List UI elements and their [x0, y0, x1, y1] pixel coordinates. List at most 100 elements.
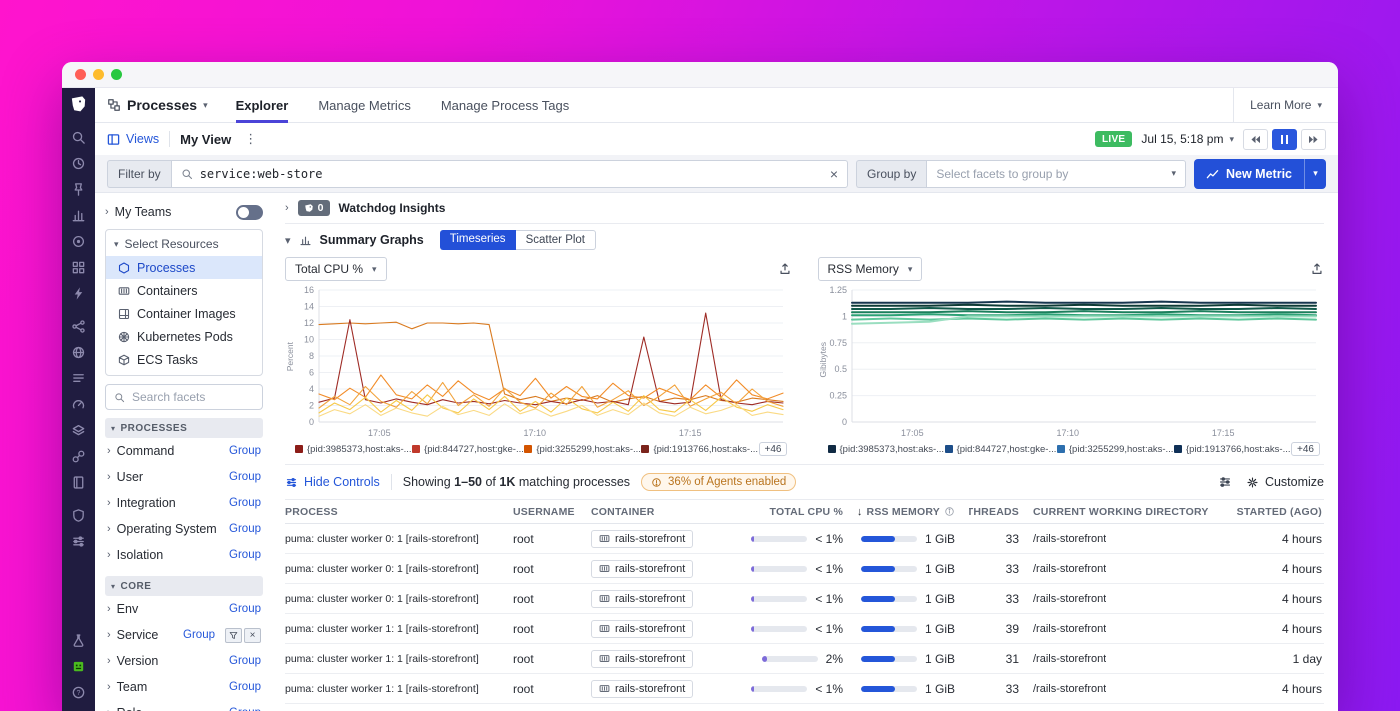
- resource-item-containers[interactable]: Containers: [106, 279, 262, 302]
- facet-row[interactable]: ›IsolationGroup: [105, 542, 263, 568]
- current-view-name[interactable]: My View: [180, 132, 231, 147]
- resource-item-container-images[interactable]: Container Images: [106, 302, 262, 325]
- table-row[interactable]: puma: cluster worker 0: 1 [rails-storefr…: [285, 524, 1324, 554]
- facet-group-button[interactable]: Group: [229, 549, 261, 561]
- container-chip[interactable]: rails-storefront: [591, 650, 693, 668]
- column-header[interactable]: ↓RSS MEMORY: [857, 506, 969, 518]
- container-chip[interactable]: rails-storefront: [591, 620, 693, 638]
- logs-icon[interactable]: [71, 365, 86, 391]
- datadog-logo[interactable]: [69, 95, 88, 114]
- column-header[interactable]: CONTAINER: [591, 506, 737, 518]
- clear-filter-icon[interactable]: ×: [830, 166, 838, 182]
- facet-row[interactable]: ›VersionGroup: [105, 648, 263, 674]
- facet-group-button[interactable]: Group: [183, 629, 215, 641]
- table-settings-icon[interactable]: [1218, 475, 1232, 489]
- facet-row[interactable]: ›EnvGroup: [105, 596, 263, 622]
- container-chip[interactable]: rails-storefront: [591, 530, 693, 548]
- facet-group-button[interactable]: Group: [229, 497, 261, 509]
- cpu-metric-select[interactable]: Total CPU % ▾: [285, 257, 387, 281]
- monitors-icon[interactable]: [71, 228, 86, 254]
- network-icon[interactable]: [71, 339, 86, 365]
- service-map-icon[interactable]: [71, 313, 86, 339]
- pause-button[interactable]: [1272, 129, 1297, 150]
- legend-item[interactable]: {pid:1913766,host:aks-...: [1174, 444, 1291, 455]
- pin-icon[interactable]: [71, 176, 86, 202]
- customize-button[interactable]: Customize: [1246, 475, 1324, 489]
- watchdog-insights-row[interactable]: › 0 Watchdog Insights: [285, 193, 1324, 223]
- facet-section-header[interactable]: ▾PROCESSES: [105, 418, 263, 438]
- layers-icon[interactable]: [71, 417, 86, 443]
- legend-item[interactable]: {pid:1913766,host:aks-...: [641, 444, 758, 455]
- app-switcher[interactable]: Processes ▾: [107, 97, 208, 113]
- legend-item[interactable]: {pid:3255299,host:aks-...: [524, 444, 641, 455]
- my-teams-toggle[interactable]: [236, 205, 263, 220]
- column-header[interactable]: STARTED (AGO): [1227, 506, 1324, 518]
- select-resources-header[interactable]: ▾ Select Resources: [106, 232, 262, 256]
- legend-overflow-button[interactable]: +46: [759, 442, 788, 456]
- memory-timeseries-chart[interactable]: 00.250.50.7511.2517:0517:1017:15: [818, 282, 1324, 440]
- facet-section-header[interactable]: ▾CORE: [105, 576, 263, 596]
- settings-sliders-icon[interactable]: [71, 528, 86, 554]
- facet-group-button[interactable]: Group: [229, 655, 261, 667]
- group-by-select[interactable]: Select facets to group by ▾: [926, 160, 1186, 188]
- search-icon[interactable]: [71, 124, 86, 150]
- apm-icon[interactable]: [71, 391, 86, 417]
- minimize-window-button[interactable]: [93, 69, 104, 80]
- metrics-icon[interactable]: [71, 202, 86, 228]
- legend-item[interactable]: {pid:844727,host:gke-...: [412, 444, 524, 455]
- tab-manage-process-tags[interactable]: Manage Process Tags: [441, 88, 569, 122]
- facet-group-button[interactable]: Group: [229, 523, 261, 535]
- export-icon[interactable]: [1310, 262, 1324, 276]
- facet-row[interactable]: ›UserGroup: [105, 464, 263, 490]
- zoom-window-button[interactable]: [111, 69, 122, 80]
- history-icon[interactable]: [71, 150, 86, 176]
- filter-query-input[interactable]: service:web-store ×: [171, 160, 848, 188]
- column-header[interactable]: PROCESS: [285, 506, 513, 518]
- table-row[interactable]: puma: cluster worker 0: 1 [rails-storefr…: [285, 584, 1324, 614]
- sort-desc-icon[interactable]: ↓: [857, 506, 863, 518]
- facet-filter-icon[interactable]: [225, 628, 242, 643]
- link-icon[interactable]: [71, 443, 86, 469]
- events-icon[interactable]: [71, 280, 86, 306]
- column-header[interactable]: THREADS: [969, 506, 1033, 518]
- scatter-plot-toggle-button[interactable]: Scatter Plot: [516, 230, 596, 250]
- container-chip[interactable]: rails-storefront: [591, 560, 693, 578]
- table-row[interactable]: puma: cluster worker 0: 1 [rails-storefr…: [285, 554, 1324, 584]
- legend-item[interactable]: {pid:3985373,host:aks-...: [295, 444, 412, 455]
- facet-row[interactable]: ›CommandGroup: [105, 438, 263, 464]
- facet-group-button[interactable]: Group: [229, 707, 261, 711]
- table-row[interactable]: puma: cluster worker 1: 1 [rails-storefr…: [285, 644, 1324, 674]
- facet-row[interactable]: ›ServiceGroup×: [105, 622, 263, 648]
- facet-group-button[interactable]: Group: [229, 681, 261, 693]
- labs-flask-icon[interactable]: [71, 627, 86, 653]
- legend-item[interactable]: {pid:3985373,host:aks-...: [828, 444, 945, 455]
- facet-row[interactable]: ›IntegrationGroup: [105, 490, 263, 516]
- tab-explorer[interactable]: Explorer: [236, 88, 289, 122]
- facet-row[interactable]: ›TeamGroup: [105, 674, 263, 700]
- views-button[interactable]: Views: [107, 132, 159, 146]
- agents-enabled-pill[interactable]: 36% of Agents enabled: [641, 473, 796, 491]
- view-options-kebab-icon[interactable]: ⋮: [241, 131, 260, 147]
- facet-group-button[interactable]: Group: [229, 471, 261, 483]
- chevron-down-icon[interactable]: ▾: [285, 234, 291, 247]
- bits-mascot-icon[interactable]: [71, 653, 86, 679]
- live-badge[interactable]: LIVE: [1095, 131, 1132, 147]
- resource-item-kubernetes[interactable]: Kubernetes Pods: [106, 325, 262, 348]
- facet-group-button[interactable]: Group: [229, 445, 261, 457]
- facet-row[interactable]: ›Operating SystemGroup: [105, 516, 263, 542]
- time-range-selector[interactable]: Jul 15, 5:18 pm ▾: [1141, 132, 1234, 146]
- table-row[interactable]: puma: cluster worker 1: 1 [rails-storefr…: [285, 614, 1324, 644]
- help-icon[interactable]: ?: [71, 679, 86, 705]
- hide-controls-button[interactable]: Hide Controls: [285, 475, 380, 489]
- security-icon[interactable]: [71, 502, 86, 528]
- info-icon[interactable]: [944, 506, 955, 517]
- rewind-button[interactable]: [1243, 129, 1268, 150]
- facet-clear-icon[interactable]: ×: [244, 628, 261, 643]
- timeseries-toggle-button[interactable]: Timeseries: [440, 230, 516, 250]
- table-row[interactable]: puma: cluster worker 1: 1 [rails-storefr…: [285, 674, 1324, 704]
- column-header[interactable]: TOTAL CPU %: [737, 506, 857, 518]
- resource-item-ecs[interactable]: ECS Tasks: [106, 348, 262, 371]
- new-metric-button[interactable]: New Metric: [1194, 159, 1304, 189]
- cpu-timeseries-chart[interactable]: 024681012141617:0517:1017:15: [285, 282, 791, 440]
- container-chip[interactable]: rails-storefront: [591, 680, 693, 698]
